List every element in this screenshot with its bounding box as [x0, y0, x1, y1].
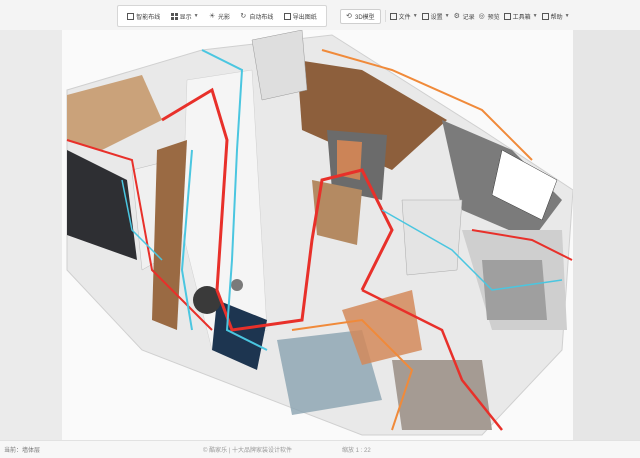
- tool-lighting[interactable]: ☀ 光影: [209, 12, 230, 21]
- gear-icon: ⚙: [453, 12, 460, 20]
- tool-smart-wiring[interactable]: 智能布线: [127, 12, 160, 21]
- chevron-down-icon: ▼: [412, 13, 418, 19]
- floorplan-render: [66, 30, 573, 436]
- menu-tools-label: 工具箱: [512, 14, 531, 21]
- toolbox-icon: [503, 12, 511, 20]
- tool-lighting-label: 光影: [217, 14, 230, 21]
- menu-tools[interactable]: 工具箱 ▼: [503, 12, 538, 21]
- left-side-panel: [0, 30, 62, 440]
- view-3d-label: 3D模型: [355, 14, 375, 21]
- menu-preview[interactable]: ◎ 预览: [479, 12, 500, 21]
- menu-help[interactable]: 帮助 ▼: [541, 12, 570, 21]
- grid-icon: [170, 12, 178, 20]
- status-copyright: © 酷家乐 | 十大品牌家装设计软件: [203, 448, 292, 454]
- status-layer: 当前：墙体层: [4, 448, 41, 454]
- chevron-down-icon: ▼: [532, 13, 538, 19]
- 3d-floorplan-canvas[interactable]: [62, 30, 573, 440]
- settings-icon: [421, 12, 429, 20]
- rotate-icon: ⟲: [346, 12, 352, 20]
- tool-export-label: 导出图纸: [292, 14, 317, 21]
- menu-preview-label: 预览: [487, 14, 500, 21]
- export-icon: [283, 12, 291, 20]
- status-bar: 当前：墙体层 © 酷家乐 | 十大品牌家装设计软件 缩放 1 : 22: [0, 440, 640, 458]
- menu-record-label: 记录: [462, 14, 475, 21]
- chevron-down-icon: ▼: [444, 13, 450, 19]
- tool-smart-wiring-label: 智能布线: [136, 14, 161, 21]
- wiring-icon: [127, 12, 135, 20]
- chevron-down-icon: ▼: [564, 13, 570, 19]
- menu-settings[interactable]: 设置 ▼: [421, 12, 450, 21]
- file-icon: [389, 12, 397, 20]
- toolbar-group-secondary: ⟲ 3D模型 文件 ▼ 设置 ▼ ⚙ 记录 ◎ 预览 工具箱 ▼ 帮助 ▼: [340, 5, 636, 27]
- divider: [384, 10, 386, 22]
- menu-record[interactable]: ⚙ 记录: [454, 12, 475, 21]
- tool-display[interactable]: 显示 ▼: [170, 12, 199, 21]
- preview-icon: ◎: [478, 12, 485, 20]
- view-3d-button[interactable]: ⟲ 3D模型: [340, 8, 381, 24]
- right-side-panel: [573, 30, 640, 440]
- auto-route-icon: ↻: [240, 12, 247, 20]
- tool-export[interactable]: 导出图纸: [283, 12, 317, 21]
- top-toolbar: 智能布线 显示 ▼ ☀ 光影 ↻ 自动布线 导出图纸 ⟲ 3D模型 文件 ▼ 设…: [0, 0, 640, 30]
- design-viewport: [0, 30, 640, 440]
- chevron-down-icon: ▼: [193, 13, 199, 19]
- tool-auto-route[interactable]: ↻ 自动布线: [240, 12, 273, 21]
- menu-help-label: 帮助: [550, 14, 563, 21]
- tool-display-label: 显示: [179, 14, 192, 21]
- tool-auto-route-label: 自动布线: [249, 14, 274, 21]
- toolbar-group-primary: 智能布线 显示 ▼ ☀ 光影 ↻ 自动布线 导出图纸: [117, 5, 327, 27]
- menu-file-label: 文件: [398, 14, 411, 21]
- help-icon: [541, 12, 549, 20]
- status-zoom: 缩放 1 : 22: [342, 448, 371, 454]
- menu-file[interactable]: 文件 ▼: [389, 12, 418, 21]
- menu-settings-label: 设置: [430, 14, 443, 21]
- light-icon: ☀: [208, 12, 216, 20]
